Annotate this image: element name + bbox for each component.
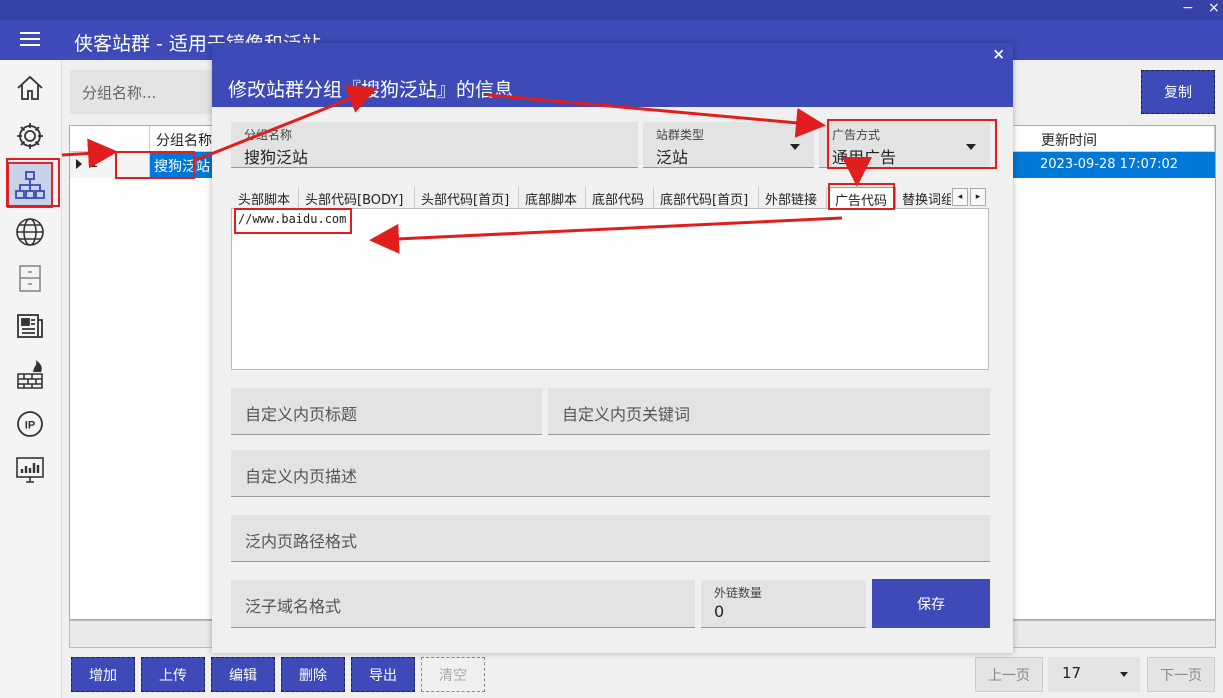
- prev-page-button[interactable]: 上一页: [975, 657, 1043, 692]
- path-format-input[interactable]: 泛内页路径格式: [231, 515, 990, 562]
- sitemap-icon[interactable]: [7, 162, 53, 208]
- news-icon[interactable]: [12, 308, 48, 344]
- subdomain-format-placeholder: 泛子域名格式: [245, 597, 342, 616]
- subdomain-format-input[interactable]: 泛子域名格式: [231, 580, 695, 628]
- upload-button[interactable]: 上传: [141, 657, 205, 692]
- add-button[interactable]: 增加: [71, 657, 135, 692]
- code-tabs: 头部脚本 头部代码[BODY] 头部代码[首页] 底部脚本 底部代码 底部代码[…: [232, 187, 989, 209]
- dialog-close-button[interactable]: ×: [992, 45, 1005, 63]
- inner-desc-input[interactable]: 自定义内页描述: [231, 450, 990, 497]
- ad-code-textarea[interactable]: //www.baidu.com: [231, 208, 989, 370]
- home-icon[interactable]: [12, 70, 48, 106]
- ad-mode-value: 通用广告: [832, 148, 897, 167]
- svg-text:IP: IP: [25, 420, 35, 432]
- edit-button[interactable]: 编辑: [211, 657, 275, 692]
- inner-title-placeholder: 自定义内页标题: [245, 405, 358, 424]
- group-name-label: 分组名称: [244, 128, 293, 142]
- row-number: 1: [90, 156, 99, 171]
- row-group-name: 搜狗泛站: [154, 159, 210, 175]
- path-format-placeholder: 泛内页路径格式: [245, 532, 358, 551]
- ip-icon[interactable]: IP: [12, 406, 48, 442]
- outlink-count-label: 外链数量: [714, 586, 763, 600]
- outlink-count-value: 0: [714, 602, 725, 621]
- inner-desc-placeholder: 自定义内页描述: [245, 467, 358, 486]
- tab-replace-words[interactable]: 替换词组: [896, 187, 951, 209]
- chevron-down-icon: [966, 144, 976, 150]
- site-type-select[interactable]: 站群类型 泛站: [643, 122, 814, 168]
- chevron-down-icon: [790, 144, 800, 150]
- sidebar: IP: [0, 60, 62, 698]
- inner-title-input[interactable]: 自定义内页标题: [231, 388, 542, 435]
- chevron-down-icon: [1120, 672, 1128, 677]
- dialog-title: 修改站群分组『搜狗泛站』的信息: [228, 79, 514, 101]
- hamburger-menu-icon[interactable]: [20, 32, 40, 46]
- next-page-button[interactable]: 下一页: [1147, 657, 1215, 692]
- page-select[interactable]: 17: [1048, 657, 1140, 692]
- site-type-value: 泛站: [656, 148, 689, 167]
- globe-icon[interactable]: [12, 214, 48, 250]
- tab-footer-code[interactable]: 底部代码: [586, 187, 654, 209]
- page-number: 17: [1062, 664, 1082, 682]
- copy-button[interactable]: 复制: [1141, 70, 1215, 114]
- tab-header-code-body[interactable]: 头部代码[BODY]: [299, 187, 415, 209]
- tab-ad-code[interactable]: 广告代码: [828, 187, 896, 209]
- save-button[interactable]: 保存: [872, 579, 990, 628]
- clear-button[interactable]: 清空: [421, 657, 485, 692]
- firewall-icon[interactable]: [12, 358, 48, 394]
- inner-keywords-placeholder: 自定义内页关键词: [562, 405, 691, 424]
- export-button[interactable]: 导出: [351, 657, 415, 692]
- window-top-strip: [0, 0, 1223, 20]
- inner-keywords-input[interactable]: 自定义内页关键词: [548, 388, 990, 435]
- group-name-value: 搜狗泛站: [244, 148, 309, 167]
- table-header-updated[interactable]: 更新时间: [1035, 126, 1215, 152]
- tab-header-code-home[interactable]: 头部代码[首页]: [415, 187, 519, 209]
- minimize-button[interactable]: −: [1182, 0, 1194, 16]
- edit-group-dialog: × 修改站群分组『搜狗泛站』的信息 分组名称 搜狗泛站 站群类型 泛站 广告方式…: [212, 43, 1013, 653]
- tab-header-script[interactable]: 头部脚本: [232, 187, 299, 209]
- tab-footer-script[interactable]: 底部脚本: [519, 187, 586, 209]
- delete-button[interactable]: 删除: [281, 657, 345, 692]
- tab-footer-code-home[interactable]: 底部代码[首页]: [654, 187, 759, 209]
- row-selector[interactable]: 1: [70, 152, 150, 178]
- ad-mode-select[interactable]: 广告方式 通用广告: [819, 122, 990, 168]
- site-type-label: 站群类型: [656, 128, 705, 142]
- ad-mode-label: 广告方式: [832, 128, 881, 142]
- window-close-button[interactable]: ×: [1208, 0, 1220, 16]
- outlink-count-input[interactable]: 外链数量 0: [701, 580, 866, 628]
- tab-external-links[interactable]: 外部链接: [759, 187, 827, 209]
- group-name-field[interactable]: 分组名称 搜狗泛站: [231, 122, 638, 168]
- monitor-chart-icon[interactable]: [12, 452, 48, 488]
- tab-scroll-left-icon[interactable]: ◂: [952, 188, 968, 206]
- group-search-input[interactable]: 分组名称...: [70, 70, 220, 114]
- row-pointer-icon: [76, 159, 82, 169]
- gear-icon[interactable]: [12, 118, 48, 154]
- tab-scroll-right-icon[interactable]: ▸: [970, 188, 986, 206]
- row-updated-time: 2023-09-28 17:07:02: [1040, 157, 1179, 172]
- cabinet-icon[interactable]: [12, 260, 48, 296]
- dialog-header: × 修改站群分组『搜狗泛站』的信息: [212, 43, 1013, 107]
- table-header-select: [70, 126, 150, 152]
